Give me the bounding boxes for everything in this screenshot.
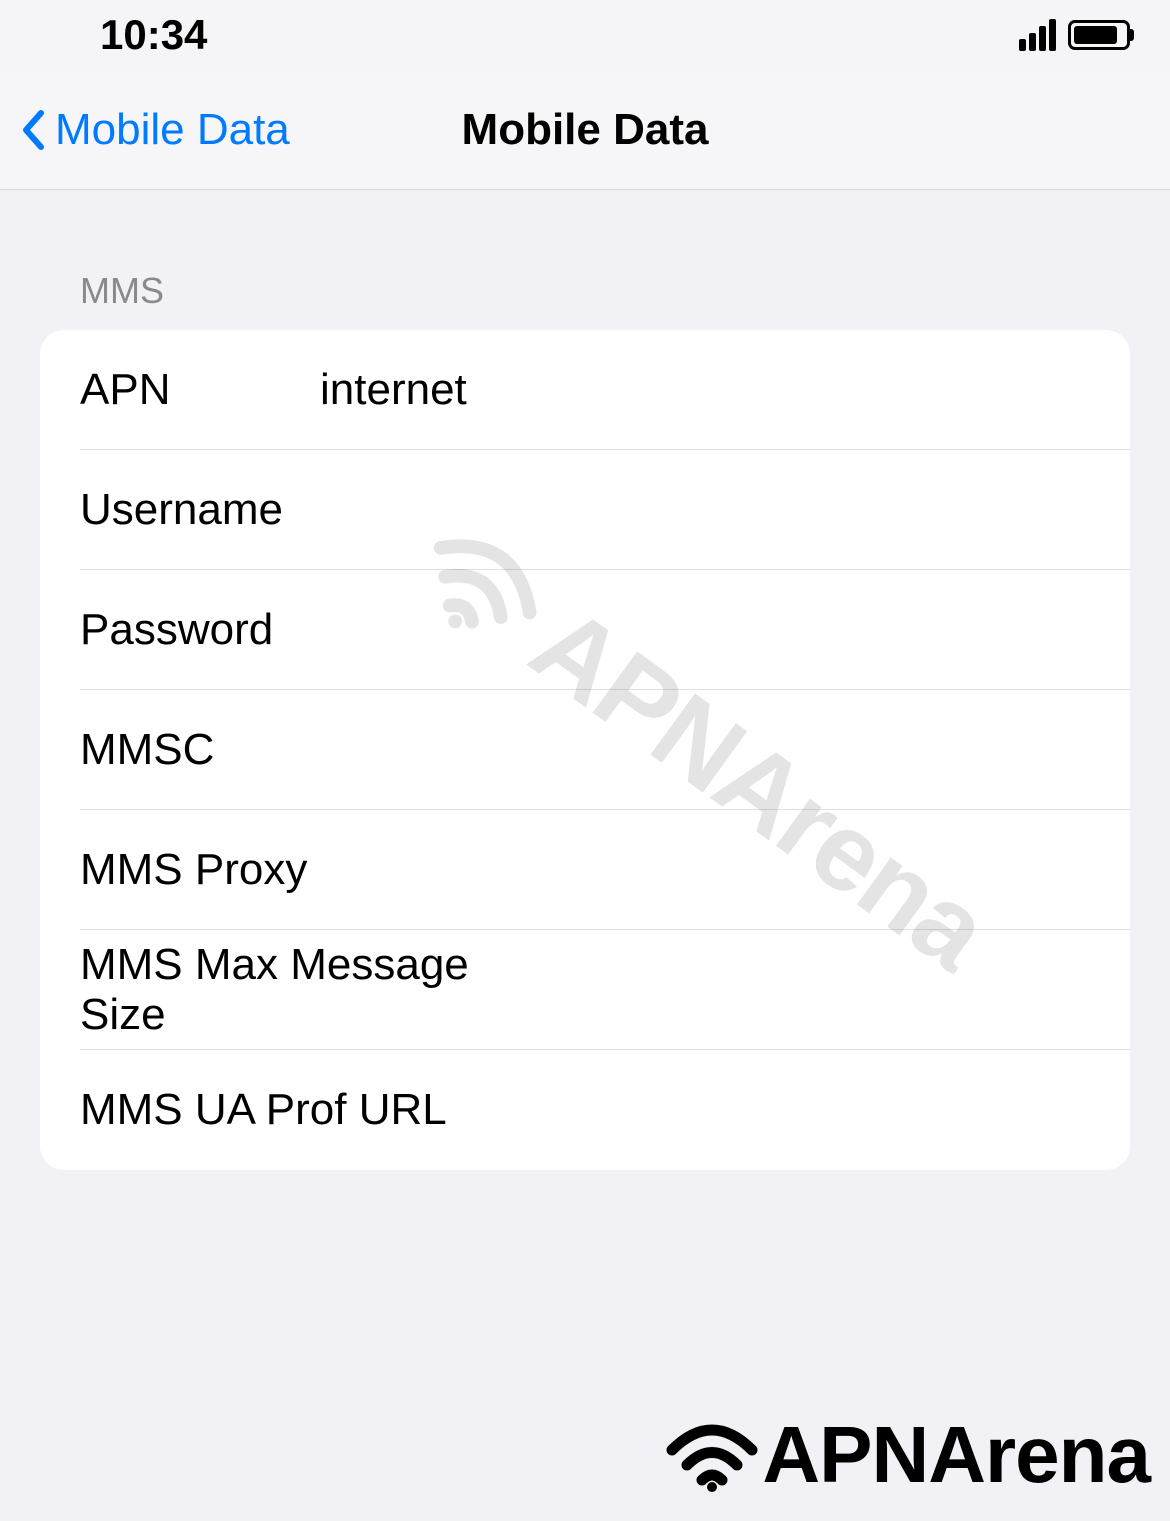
input-password[interactable] — [320, 605, 1090, 655]
input-mms-proxy[interactable] — [515, 845, 1090, 895]
row-label-username: Username — [80, 485, 320, 535]
status-time: 10:34 — [100, 11, 207, 59]
content-area: MMS APN Username Password MMSC — [0, 190, 1170, 1210]
input-apn[interactable] — [320, 365, 1090, 415]
input-mms-ua-prof[interactable] — [515, 1085, 1090, 1135]
input-username[interactable] — [320, 485, 1090, 535]
status-bar: 10:34 — [0, 0, 1170, 70]
row-label-mms-ua-prof: MMS UA Prof URL — [80, 1085, 515, 1135]
back-button-label: Mobile Data — [55, 105, 290, 155]
row-label-mms-max-size: MMS Max Message Size — [80, 940, 515, 1040]
row-label-mmsc: MMSC — [80, 725, 320, 775]
footer-logo-text: APNArena — [762, 1409, 1150, 1501]
row-label-password: Password — [80, 605, 320, 655]
nav-bar: Mobile Data Mobile Data — [0, 70, 1170, 190]
chevron-left-icon — [20, 109, 45, 151]
status-icons — [1019, 19, 1130, 51]
row-mms-proxy[interactable]: MMS Proxy — [40, 810, 1130, 930]
wifi-icon — [662, 1415, 762, 1495]
row-password[interactable]: Password — [40, 570, 1130, 690]
input-mms-max-size[interactable] — [515, 965, 1090, 1015]
settings-group-mms: APN Username Password MMSC MMS P — [40, 330, 1130, 1170]
section-header-mms: MMS — [80, 270, 1130, 312]
battery-icon — [1068, 20, 1130, 50]
input-mmsc[interactable] — [320, 725, 1090, 775]
page-title: Mobile Data — [462, 105, 709, 155]
row-username[interactable]: Username — [40, 450, 1130, 570]
back-button[interactable]: Mobile Data — [20, 105, 290, 155]
footer-logo: APNArena — [662, 1409, 1150, 1501]
row-mms-ua-prof[interactable]: MMS UA Prof URL — [40, 1050, 1130, 1170]
row-apn[interactable]: APN — [40, 330, 1130, 450]
signal-icon — [1019, 19, 1056, 51]
row-label-apn: APN — [80, 365, 320, 415]
row-label-mms-proxy: MMS Proxy — [80, 845, 515, 895]
row-mms-max-size[interactable]: MMS Max Message Size — [40, 930, 1130, 1050]
row-mmsc[interactable]: MMSC — [40, 690, 1130, 810]
